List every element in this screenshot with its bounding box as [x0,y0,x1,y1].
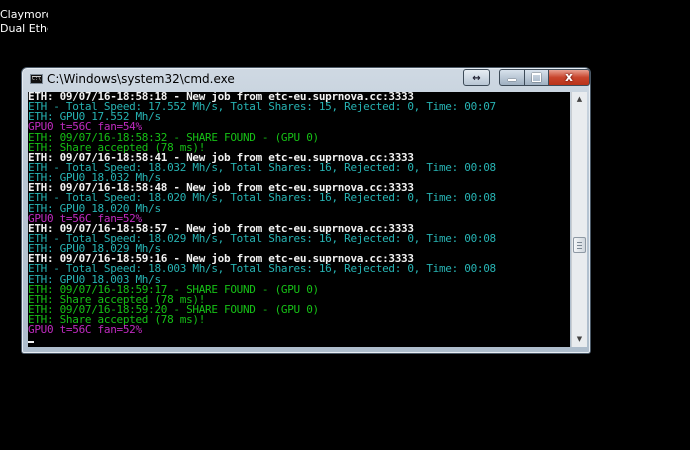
console-output[interactable]: ETH: 09/07/16-18:58:18 - New job from et… [28,92,570,347]
title-bar[interactable]: C:\Windows\system32\cmd.exe ↔ x [22,68,590,89]
maximize-button[interactable] [524,69,549,86]
thumb-grip-line [577,241,582,243]
window-title: C:\Windows\system32\cmd.exe [47,72,235,86]
cmd-window[interactable]: C:\Windows\system32\cmd.exe ↔ x ETH: 09/… [21,67,591,354]
resize-arrows-icon: ↔ [472,73,481,84]
thumb-grip-line [577,244,582,246]
close-icon: x [565,70,573,84]
resize-button[interactable]: ↔ [463,69,490,86]
minimize-button[interactable] [499,69,525,86]
desktop-icon-label[interactable]: Claymore's Dual Ethere... [0,8,48,36]
text-cursor [28,341,34,344]
minimize-icon [508,79,516,81]
desktop-icon-label-line1: Claymore's [0,8,48,21]
desktop-icon-label-line2: Dual Ethere... [0,22,48,35]
close-button[interactable]: x [548,69,590,86]
scroll-up-arrow-icon[interactable]: ▲ [572,92,587,107]
console-line: GPU0 t=56C fan=52% [28,323,142,337]
cmd-icon[interactable] [30,74,43,84]
thumb-grip-line [577,247,582,249]
scrollbar-thumb[interactable] [573,236,586,253]
vertical-scrollbar[interactable]: ▲ ▼ [571,92,587,347]
scroll-down-arrow-icon[interactable]: ▼ [572,332,587,347]
maximize-icon [532,73,541,82]
